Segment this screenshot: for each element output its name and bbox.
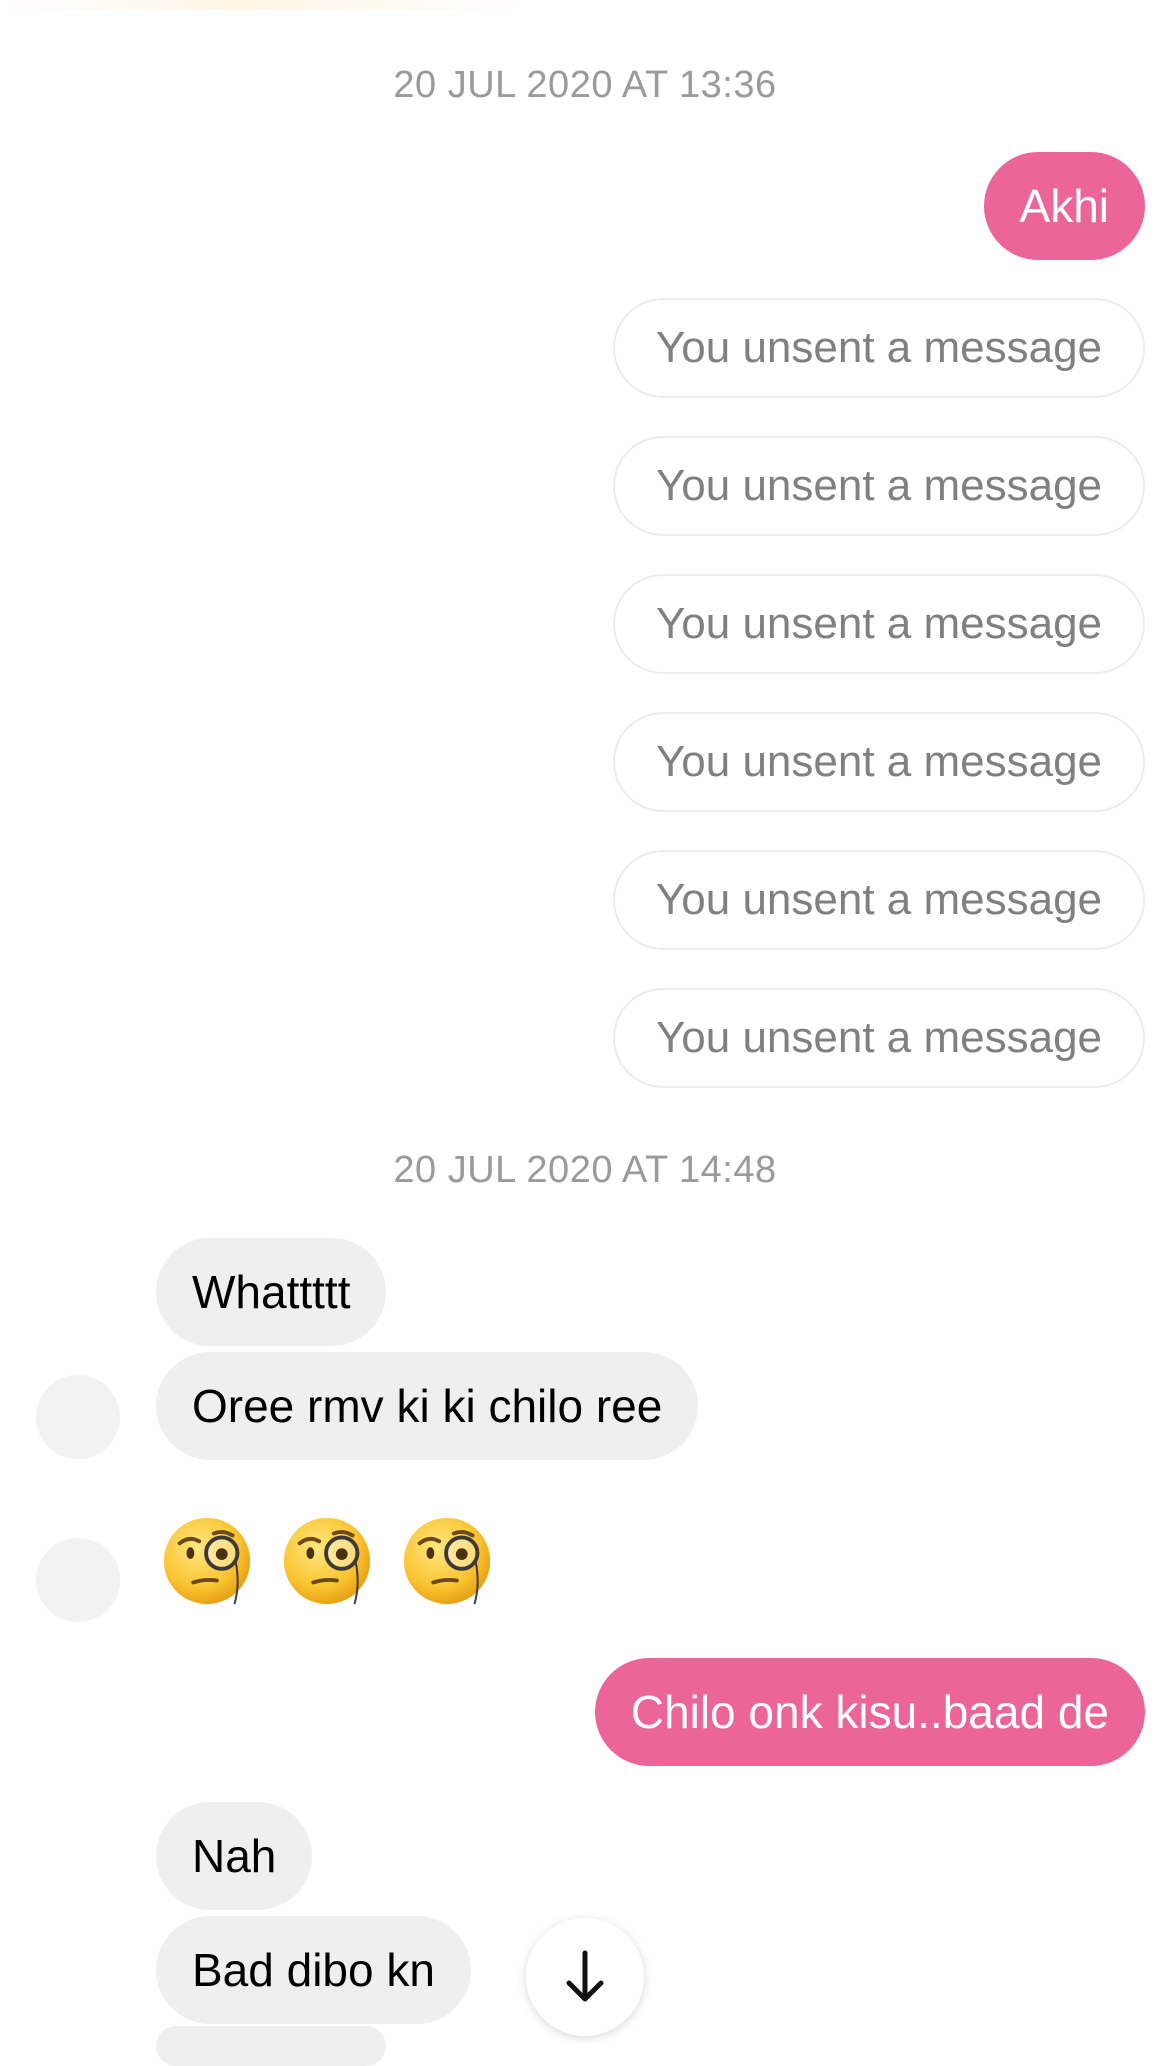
scroll-to-bottom-button[interactable] [526,1918,644,2036]
face-with-monocle-icon [283,1517,371,1605]
timestamp-divider: 20 JUL 2020 AT 14:48 [393,1149,777,1191]
sent-message-bubble[interactable]: Akhi [983,152,1145,260]
face-with-monocle-icon [163,1517,251,1605]
sender-avatar[interactable] [36,1375,120,1459]
arrow-down-icon [566,1950,604,2002]
unsent-message-notice: You unsent a message [613,712,1145,812]
top-gradient [0,0,1170,10]
unsent-message-notice: You unsent a message [613,574,1145,674]
received-message-bubble-partial[interactable] [156,2026,386,2066]
unsent-message-notice: You unsent a message [613,988,1145,1088]
received-message-bubble[interactable]: Whattttt [156,1238,387,1346]
sender-avatar[interactable] [36,1538,120,1622]
sent-message-bubble[interactable]: Chilo onk kisu..baad de [594,1658,1145,1766]
received-message-bubble[interactable]: Nah [156,1802,313,1910]
timestamp-divider: 20 JUL 2020 AT 13:36 [393,64,777,106]
face-with-monocle-icon [403,1517,491,1605]
emoji-message[interactable] [160,1510,498,1608]
unsent-message-notice: You unsent a message [613,436,1145,536]
received-message-bubble[interactable]: Bad dibo kn [156,1916,471,2024]
received-message-bubble[interactable]: Oree rmv ki ki chilo ree [156,1352,699,1460]
unsent-message-notice: You unsent a message [613,850,1145,950]
unsent-message-notice: You unsent a message [613,298,1145,398]
